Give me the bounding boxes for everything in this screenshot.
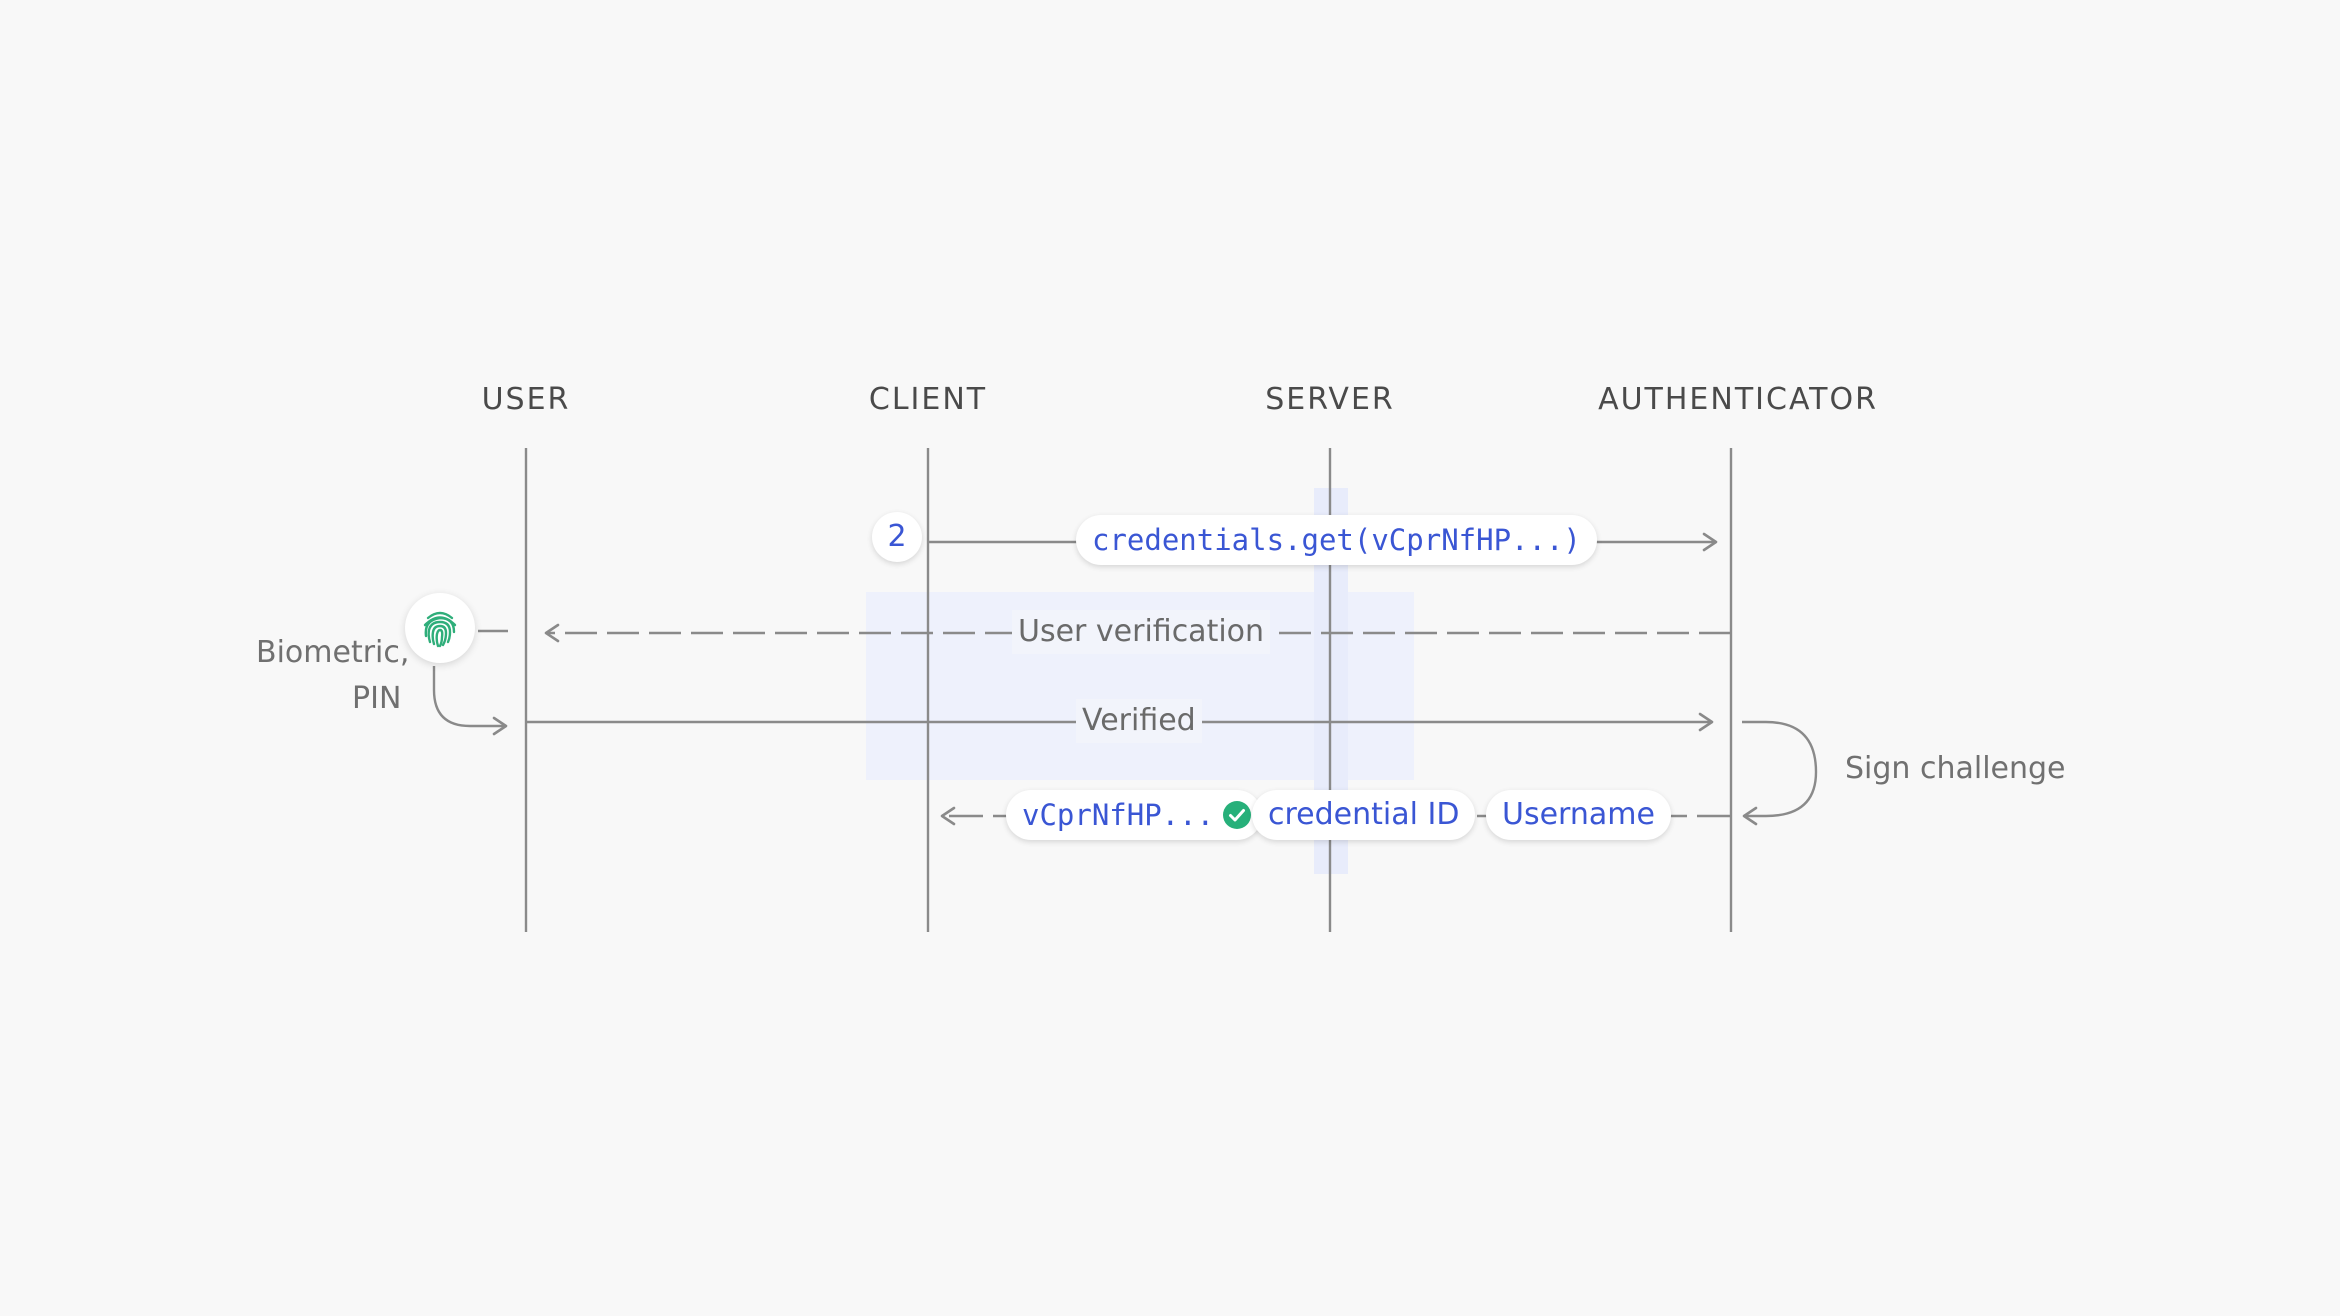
actor-label-server: SERVER (1265, 382, 1395, 417)
credentials-get-pill: credentials.get(vCprNfHP...) (1076, 515, 1597, 565)
challenge-pill: vCprNfHP... (1006, 790, 1263, 840)
actor-label-authenticator: AUTHENTICATOR (1598, 382, 1878, 417)
sequence-diagram: USER CLIENT SERVER AUTHENTICATOR 2 crede… (0, 0, 2340, 1316)
biometric-label: Biometric, (256, 635, 410, 670)
actor-label-client: CLIENT (868, 382, 988, 417)
sign-challenge-loop (1742, 720, 1818, 826)
credential-id-pill: credential ID (1252, 790, 1476, 840)
actor-label-user: USER (481, 382, 571, 417)
fingerprint-badge (405, 593, 475, 663)
verified-label: Verified (1076, 699, 1202, 743)
challenge-text: vCprNfHP... (1022, 798, 1215, 832)
fingerprint-icon (423, 611, 457, 648)
check-circle-icon (1223, 801, 1252, 829)
user-verification-label: User verification (1012, 610, 1271, 654)
step-number-badge: 2 (872, 512, 922, 562)
biometric-curve-arrow (432, 666, 508, 736)
sign-challenge-label: Sign challenge (1845, 751, 2066, 786)
pin-label: PIN (352, 681, 402, 716)
username-pill: Username (1486, 790, 1671, 840)
